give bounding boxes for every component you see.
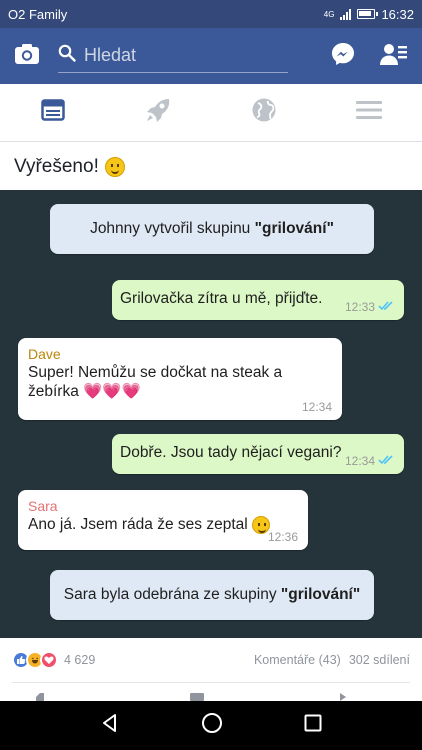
reactions-summary[interactable]: 4 629 [12, 651, 95, 669]
status-bar: O2 Family 4G 16:32 [0, 0, 422, 28]
shares-count[interactable]: 302 sdílení [349, 653, 410, 667]
top-header [0, 28, 422, 84]
love-reaction-icon [40, 651, 58, 669]
double-check-icon [378, 454, 394, 468]
news-feed-icon [41, 99, 65, 126]
post-actions-row-partial [0, 683, 422, 701]
group-name: "grilování" [254, 220, 334, 237]
message-timestamp: 12:34 [344, 454, 375, 468]
comments-count[interactable]: Komentáře (43) [254, 653, 341, 667]
back-icon[interactable] [100, 713, 120, 738]
message-text-line: žebírka 💗💗💗 [28, 383, 142, 400]
menu-icon [356, 99, 383, 126]
message-timestamp: 12:34 [301, 400, 332, 414]
tab-menu[interactable] [317, 84, 422, 141]
battery-icon [357, 9, 379, 19]
smiley-emoji-icon [104, 157, 125, 177]
status-indicators: 4G 16:32 [324, 7, 414, 22]
sender-name: Dave [28, 346, 61, 362]
engagement-counts: Komentáře (43) 302 sdílení [254, 653, 410, 667]
message-time: 12:33 [345, 300, 394, 314]
globe-icon [251, 97, 277, 128]
home-icon[interactable] [201, 712, 223, 739]
message-incoming: Sara Ano já. Jsem ráda že ses zeptal 12:… [18, 490, 308, 550]
message-outgoing: Dobře. Jsou tady nějací vegani? 12:34 [112, 434, 404, 474]
like-action-icon [36, 693, 44, 701]
message-text-line: Super! Nemůžu se dočkat na steak a [28, 364, 283, 381]
message-time: 12:34 [345, 454, 394, 468]
system-message-removed: Sara byla odebrána ze skupiny "grilování… [50, 570, 374, 620]
camera-icon[interactable] [14, 43, 40, 70]
tab-globe[interactable] [211, 84, 317, 141]
post-image-chat[interactable]: Johnny vytvořil skupinu "grilování" Gril… [0, 190, 422, 638]
search-icon [58, 44, 76, 67]
tab-news-feed[interactable] [0, 84, 106, 141]
comment-action-icon [190, 693, 204, 701]
navigation-tabs [0, 84, 422, 142]
message-timestamp: 12:36 [267, 530, 298, 544]
signal-icon [340, 8, 352, 20]
rocket-icon [144, 96, 172, 129]
tab-discover[interactable] [106, 84, 212, 141]
message-incoming: Dave Super! Nemůžu se dočkat na steak a … [18, 338, 342, 420]
group-name: "grilování" [280, 586, 361, 603]
reaction-count: 4 629 [64, 653, 96, 667]
post-caption-text: Vyřešeno! [14, 156, 99, 177]
message-text: Dobře. Jsou tady nějací vegani? [120, 444, 342, 461]
system-message-text: Sara byla odebrána ze skupiny [63, 586, 281, 603]
clock: 16:32 [381, 6, 414, 22]
message-text: Grilovačka zítra u mě, přijďte. [120, 290, 323, 307]
message-outgoing: Grilovačka zítra u mě, přijďte. 12:33 [112, 280, 404, 320]
search-bar[interactable] [58, 39, 288, 73]
carrier-name: O2 Family [8, 6, 68, 22]
share-action-icon [340, 693, 346, 701]
system-message-group-created: Johnny vytvořil skupinu "grilování" [50, 204, 374, 254]
friend-requests-icon[interactable] [380, 42, 408, 71]
double-check-icon [378, 300, 394, 314]
post-stats: 4 629 Komentáře (43) 302 sdílení [0, 638, 422, 682]
message-timestamp: 12:33 [344, 300, 375, 314]
post-caption: Vyřešeno! [14, 156, 125, 178]
message-text: Ano já. Jsem ráda že ses zeptal [28, 516, 248, 534]
search-input[interactable] [84, 45, 264, 66]
system-message-text: Johnny vytvořil skupinu [90, 220, 255, 237]
android-navigation-bar [0, 701, 422, 750]
header-actions [330, 41, 408, 72]
messenger-icon[interactable] [330, 41, 356, 72]
network-type: 4G [323, 9, 335, 19]
sender-name: Sara [28, 498, 58, 514]
recent-apps-icon[interactable] [304, 714, 322, 737]
